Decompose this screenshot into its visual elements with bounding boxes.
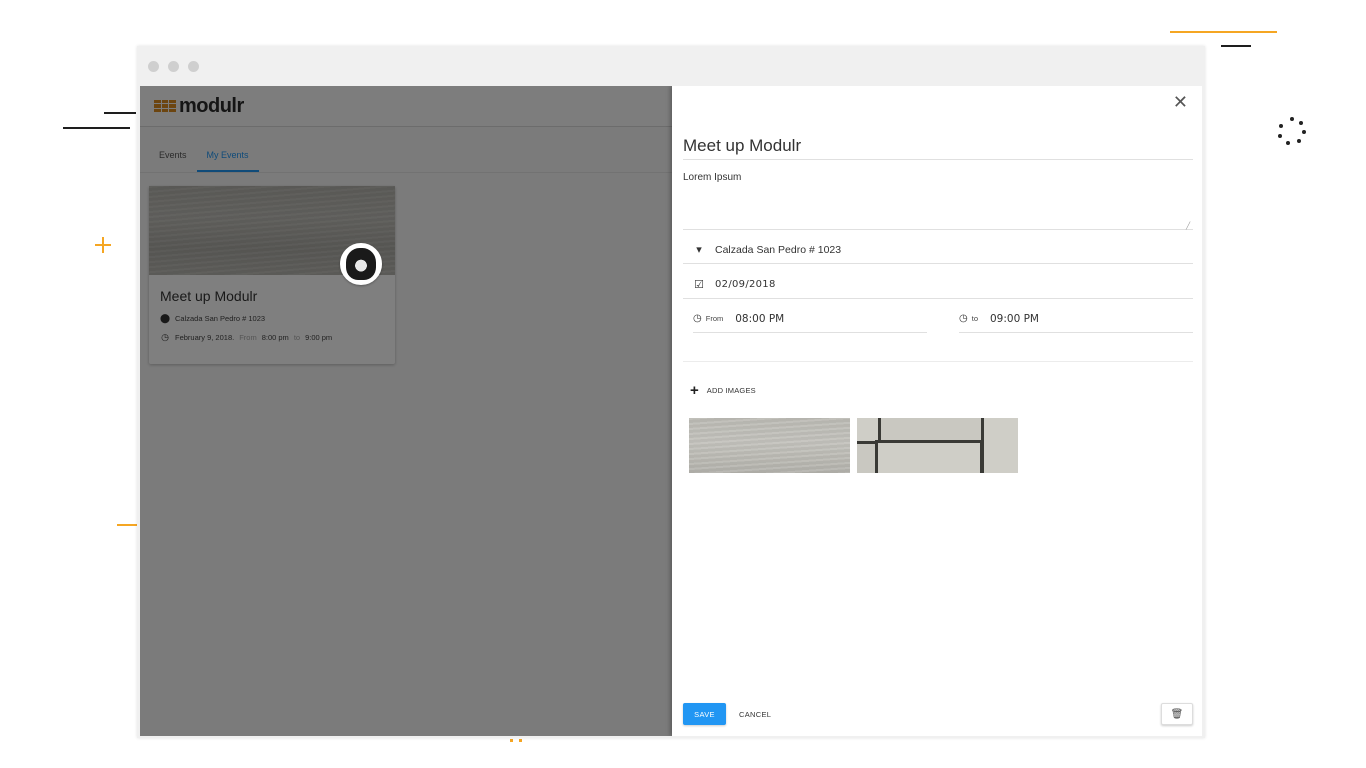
- event-location-value: Calzada San Pedro # 1023: [715, 243, 842, 256]
- plus-icon: +: [690, 382, 699, 399]
- event-from-time-field[interactable]: ◷ From 08:00 PM: [693, 305, 927, 333]
- decor-dots: [519, 739, 522, 742]
- window-maximize-dot[interactable]: [188, 60, 199, 72]
- section-divider: [683, 361, 1193, 362]
- event-date-value: 02/09/2018: [715, 279, 776, 290]
- edit-event-drawer: ✕ Lorem Ipsum ╱ ▾ Calzada San Pedro # 10…: [672, 86, 1202, 736]
- event-date-field[interactable]: ☑ 02/09/2018: [683, 271, 1193, 299]
- decor-line: [1221, 45, 1251, 47]
- decor-line: [63, 127, 130, 129]
- browser-content: modulr Events My Events Meet up Modulr ⬤…: [140, 86, 1202, 736]
- decor-line: [1170, 31, 1277, 33]
- close-icon[interactable]: ✕: [1173, 92, 1188, 113]
- decor-dots: [510, 739, 513, 742]
- from-label: From: [705, 314, 724, 323]
- browser-window: modulr Events My Events Meet up Modulr ⬤…: [137, 46, 1205, 738]
- avatar-face-icon: [346, 248, 376, 280]
- tile-shape: [981, 418, 1018, 473]
- event-description-input[interactable]: Lorem Ipsum: [683, 172, 1193, 230]
- resize-handle-icon[interactable]: ╱: [1186, 222, 1190, 230]
- event-to-time-field[interactable]: ◷ to 09:00 PM: [959, 305, 1193, 333]
- decor-dash: [117, 524, 137, 526]
- from-time-value: 08:00 PM: [735, 312, 785, 325]
- avatar[interactable]: [340, 243, 382, 285]
- tile-shape: [875, 440, 983, 473]
- save-button[interactable]: SAVE: [683, 703, 726, 725]
- modal-backdrop[interactable]: [140, 86, 672, 736]
- to-label: to: [971, 314, 978, 323]
- to-time-value: 09:00 PM: [990, 312, 1039, 325]
- event-title-input[interactable]: [683, 132, 1193, 160]
- image-thumbnail[interactable]: [857, 418, 1018, 473]
- add-images-button[interactable]: + ADD IMAGES: [690, 382, 756, 399]
- window-minimize-dot[interactable]: [168, 60, 179, 72]
- trash-icon: 🗑: [1170, 708, 1184, 720]
- decor-spinner-icon: [1278, 117, 1306, 145]
- window-close-dot[interactable]: [148, 60, 159, 72]
- map-pin-icon: ▾: [696, 244, 702, 256]
- clock-icon: ◷: [959, 313, 968, 324]
- clock-icon: ◷: [693, 313, 702, 324]
- window-titlebar: [137, 46, 1205, 86]
- cancel-button[interactable]: CANCEL: [733, 703, 777, 725]
- event-location-field[interactable]: ▾ Calzada San Pedro # 1023: [683, 236, 1193, 264]
- image-thumbnail[interactable]: [689, 418, 850, 473]
- decor-line: [104, 112, 136, 114]
- calendar-icon: ☑: [694, 279, 704, 291]
- decor-plus-v: [102, 237, 104, 253]
- add-images-label: ADD IMAGES: [706, 386, 756, 395]
- delete-button[interactable]: 🗑: [1161, 703, 1193, 725]
